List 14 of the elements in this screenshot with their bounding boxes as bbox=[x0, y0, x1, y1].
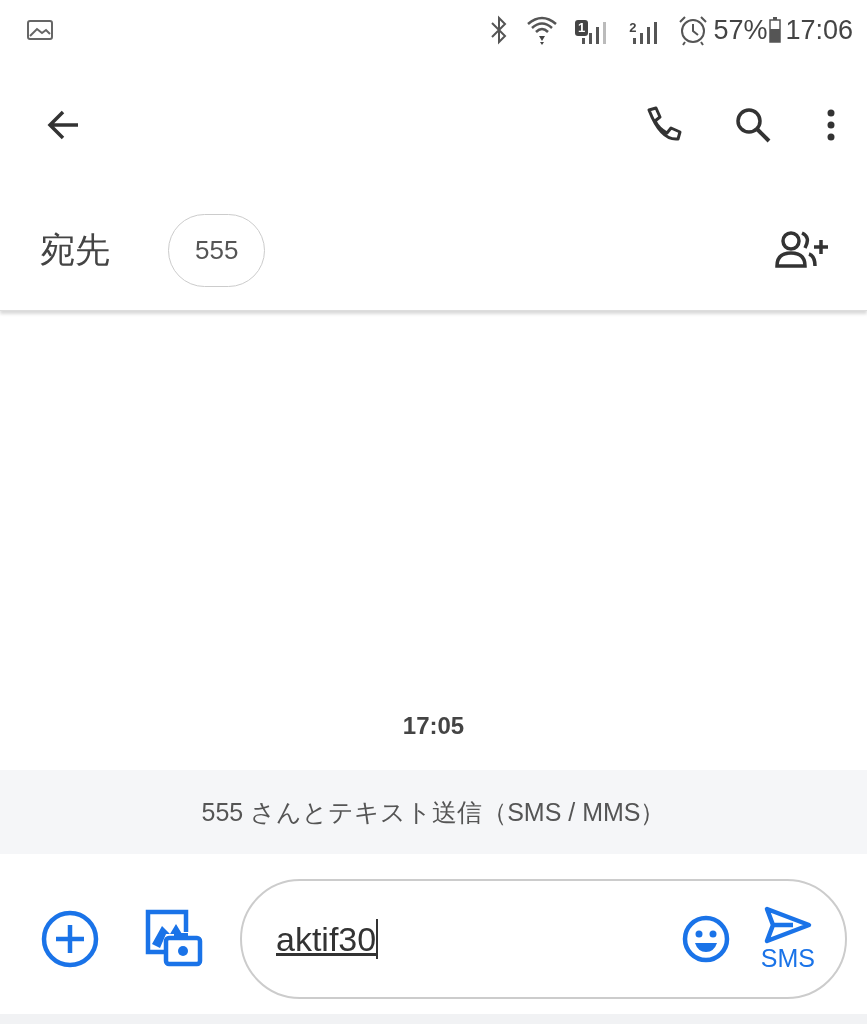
sim-number: 2 bbox=[628, 20, 638, 36]
battery-icon bbox=[769, 17, 782, 43]
status-time: 17:06 bbox=[785, 14, 853, 46]
message-field[interactable]: aktif30 SMS bbox=[240, 879, 847, 999]
sim-number: 1 bbox=[574, 20, 589, 36]
message-timestamp: 17:05 bbox=[402, 712, 465, 740]
send-button[interactable]: SMS bbox=[760, 905, 815, 973]
image-icon bbox=[26, 19, 54, 41]
emoji-button[interactable] bbox=[680, 914, 731, 964]
info-banner: 555 さんとテキスト送信（SMS / MMS） bbox=[0, 770, 867, 854]
recipient-label: 宛先 bbox=[40, 228, 110, 271]
battery-percent: 57% bbox=[713, 14, 768, 46]
add-button[interactable] bbox=[40, 909, 100, 969]
bluetooth-icon bbox=[488, 15, 509, 45]
